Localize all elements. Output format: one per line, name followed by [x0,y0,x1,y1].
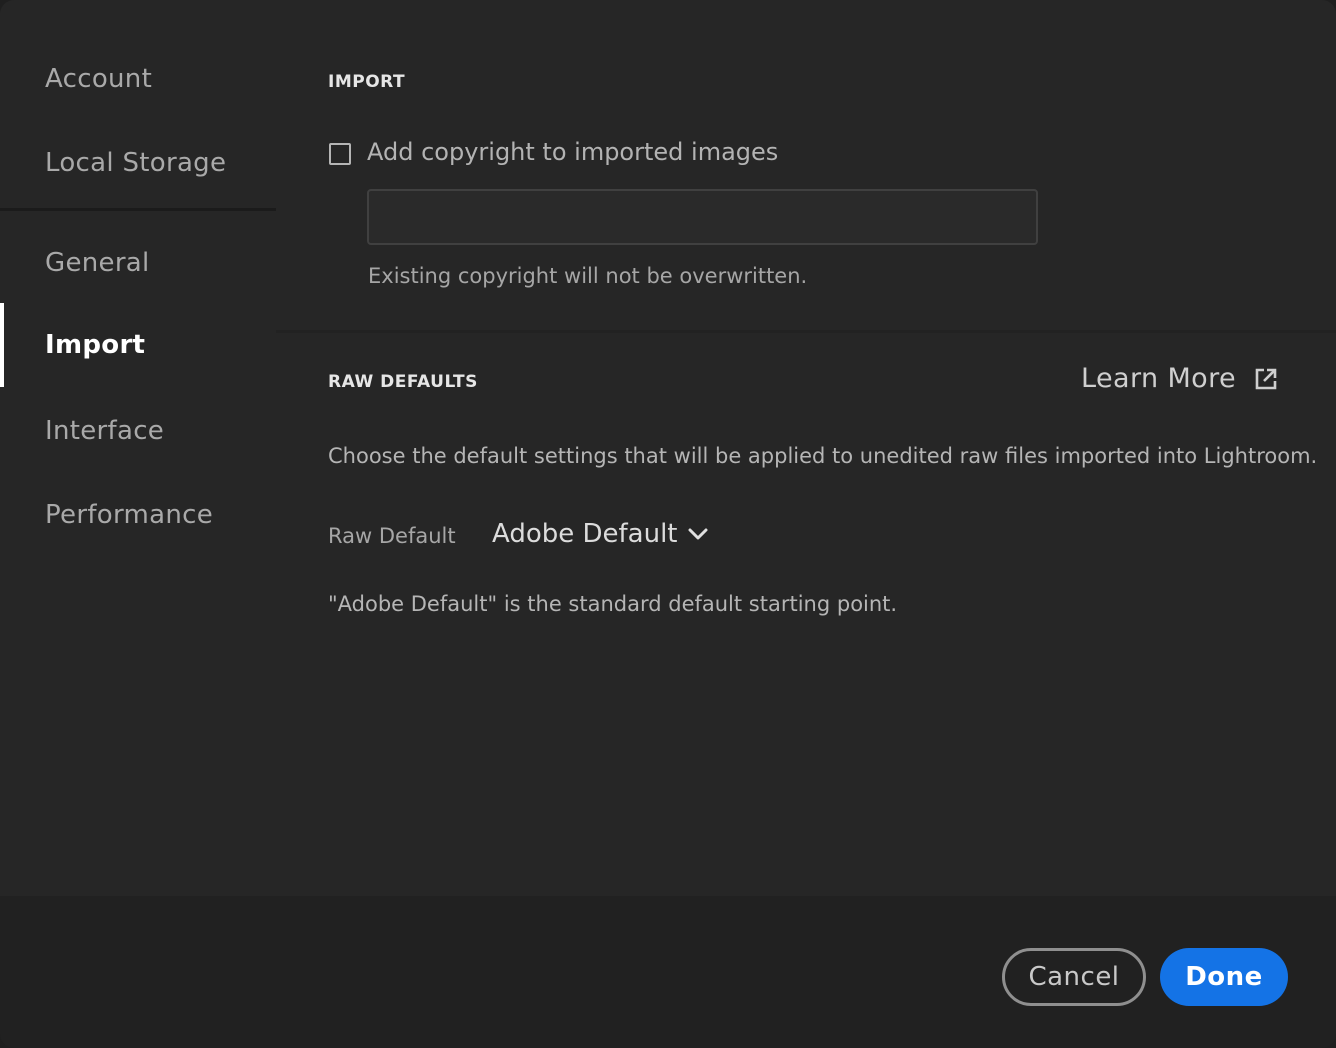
sidebar: Account Local Storage General Import Int… [0,0,276,896]
learn-more-label: Learn More [1081,363,1236,394]
sidebar-item-label: Local Storage [45,148,227,178]
cancel-button[interactable]: Cancel [1002,948,1146,1006]
learn-more-link[interactable]: Learn More [1081,363,1278,394]
sidebar-item-label: Import [45,330,146,360]
copyright-checkbox[interactable] [329,143,351,165]
sidebar-divider [0,208,276,211]
main-panel: IMPORT Add copyright to imported images … [276,0,1336,896]
copyright-checkbox-label[interactable]: Add copyright to imported images [367,138,778,166]
sidebar-item-account[interactable]: Account [0,37,276,121]
sidebar-item-interface[interactable]: Interface [0,389,276,473]
done-button[interactable]: Done [1160,948,1288,1006]
copyright-hint: Existing copyright will not be overwritt… [368,264,808,288]
sidebar-item-general[interactable]: General [0,221,276,305]
sidebar-item-label: Performance [45,500,214,530]
sidebar-item-label: Interface [45,416,165,446]
sidebar-item-import[interactable]: Import [0,303,276,387]
copyright-input[interactable] [367,189,1038,245]
import-heading: IMPORT [328,72,406,92]
sidebar-item-label: General [45,248,150,278]
raw-default-note: "Adobe Default" is the standard default … [328,592,898,616]
sidebar-item-label: Account [45,64,153,94]
raw-default-value: Adobe Default [492,519,678,549]
raw-defaults-heading: RAW DEFAULTS [328,372,478,392]
raw-defaults-section: RAW DEFAULTS Learn More Choose the defau… [276,333,1336,896]
raw-default-dropdown[interactable]: Adobe Default [492,519,708,549]
external-link-icon [1255,368,1277,389]
raw-defaults-description: Choose the default settings that will be… [328,444,1318,468]
chevron-down-icon [688,528,708,540]
dialog-footer: Cancel Done [0,896,1336,1048]
raw-default-label: Raw Default [328,524,456,548]
sidebar-item-local-storage[interactable]: Local Storage [0,121,276,205]
preferences-dialog: Account Local Storage General Import Int… [0,0,1336,1048]
sidebar-item-performance[interactable]: Performance [0,473,276,557]
import-section: IMPORT Add copyright to imported images … [276,0,1336,330]
